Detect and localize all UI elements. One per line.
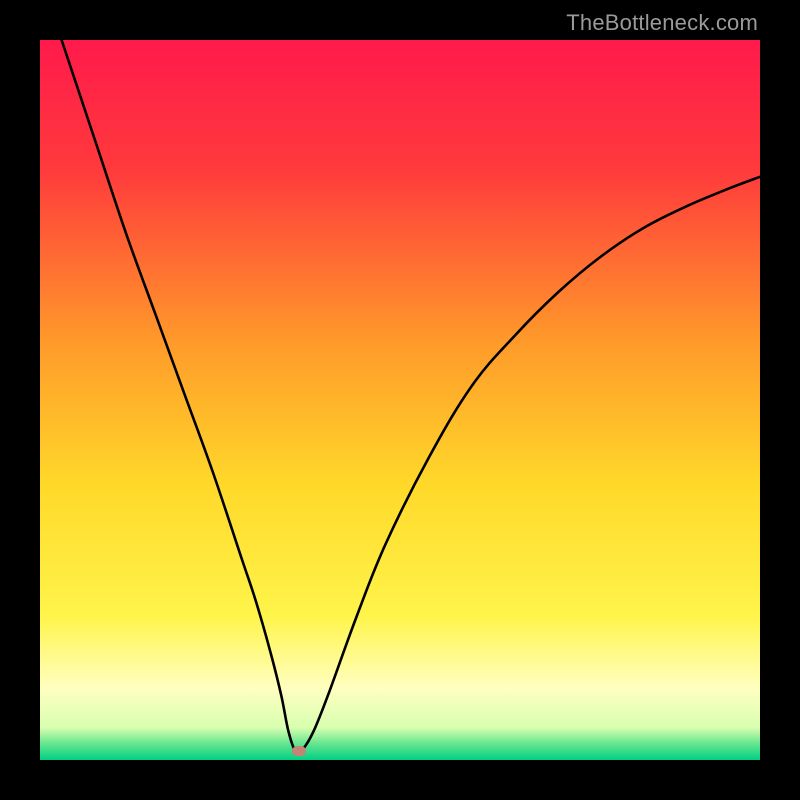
plot-area [40, 40, 760, 760]
bottleneck-curve [62, 40, 760, 753]
watermark-text: TheBottleneck.com [566, 10, 758, 36]
chart-frame: TheBottleneck.com [0, 0, 800, 800]
curve-layer [40, 40, 760, 760]
optimal-point-marker [292, 746, 306, 756]
